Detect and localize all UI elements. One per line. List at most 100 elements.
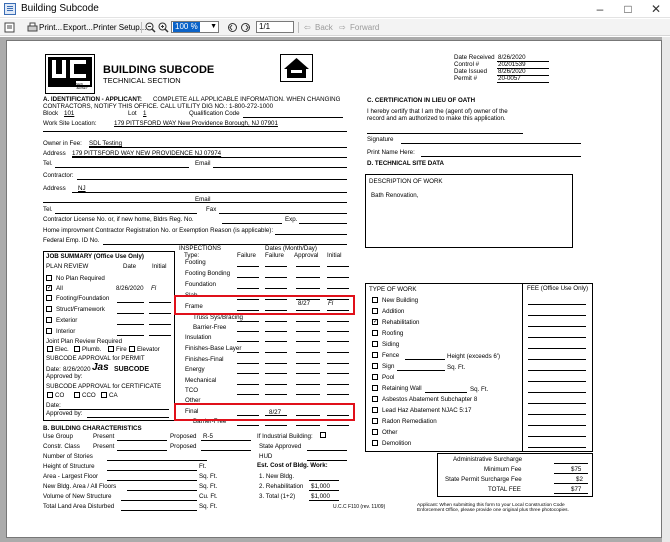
type-of-work-label: Asbestos Abatement Subchapter 8 (382, 396, 478, 403)
type-of-work-checkbox[interactable] (372, 330, 378, 336)
document-viewer[interactable]: NEW JERSEY BUILDING SUBCODE TECHNICAL SE… (0, 37, 670, 542)
inspection-field-line (296, 331, 320, 332)
underline (87, 417, 169, 418)
section-a-text: COMPLETE ALL APPLICABLE INFORMATION. WHE… (153, 96, 341, 103)
footing-checkbox[interactable] (46, 295, 52, 301)
last-page-icon[interactable] (240, 22, 251, 33)
printer-icon[interactable] (27, 22, 38, 33)
contractor-label: Contractor: (43, 172, 74, 179)
vertical-scrollbar[interactable] (662, 37, 670, 542)
height-label: Height of Structure (43, 463, 95, 470)
type-of-work-checkbox[interactable] (372, 396, 378, 402)
dates-label: Dates (Month/Day) (265, 245, 317, 252)
inspection-field-line (265, 352, 287, 353)
printer-setup-button[interactable]: Printer Setup... (93, 22, 146, 34)
cco-checkbox[interactable] (74, 392, 80, 398)
cuft-label: Cu. Ft. (199, 493, 218, 500)
total-cost: $1,000 (311, 493, 330, 500)
federal-id-label: Federal Emp. ID No. (43, 237, 100, 244)
forward-button[interactable]: Forward (350, 22, 379, 34)
underline (275, 234, 347, 235)
fence-height-label: Height (exceeds 6') (447, 353, 501, 360)
type-of-work-checkbox[interactable] (372, 385, 378, 391)
ucc-logo: NEW JERSEY (45, 54, 95, 94)
job-summary-title: JOB SUMMARY (Office Use Only) (46, 253, 144, 260)
interior-checkbox[interactable] (46, 328, 52, 334)
zoom-in-icon[interactable] (158, 22, 169, 33)
first-page-icon[interactable] (227, 22, 238, 33)
underline (55, 167, 189, 168)
work-site-value: 179 PITTSFORD WAY New Providence Borough… (114, 120, 278, 127)
print-button[interactable]: Print... (39, 22, 62, 34)
co-checkbox[interactable] (47, 392, 53, 398)
contractor-tel-label: Tel. (43, 206, 53, 213)
date-received-value: 8/26/2020 (498, 54, 526, 61)
cost-item: 1. New Bldg. (259, 473, 295, 480)
type-of-work-checkbox[interactable] (372, 352, 378, 358)
elec-checkbox[interactable] (47, 346, 53, 352)
no-plan-checkbox[interactable] (46, 275, 52, 281)
type-of-work-checkbox[interactable] (372, 297, 378, 303)
type-of-work-checkbox[interactable] (372, 318, 378, 325)
minimize-button[interactable]: – (586, 0, 614, 18)
initial-col: Initial (152, 263, 167, 270)
all-checkbox[interactable] (46, 284, 52, 291)
date-received-label: Date Received (454, 54, 495, 61)
cert-approval-label: SUBCODE APPROVAL for CERTIFICATE (46, 383, 162, 390)
ca-checkbox[interactable] (101, 392, 107, 398)
industrial-checkbox[interactable] (320, 432, 326, 438)
toolbar-separator (141, 22, 142, 33)
inspection-field-line (237, 321, 259, 322)
total-fee-label: TOTAL FEE (488, 486, 521, 493)
page-view-icon[interactable] (4, 22, 15, 33)
fee-line (528, 447, 586, 448)
close-button[interactable]: ✕ (642, 0, 670, 18)
zoom-out-icon[interactable] (145, 22, 156, 33)
work-site-label: Work Site Location: (43, 120, 97, 127)
maximize-button[interactable]: □ (614, 0, 642, 18)
cost-item: 3. Total (1+2) (259, 493, 296, 500)
use-group-label: Use Group (43, 433, 73, 440)
inspections-title: INSPECTIONS (179, 245, 221, 252)
type-of-work-checkbox[interactable] (372, 363, 378, 369)
joint-item: Plumb. (82, 346, 102, 353)
new-bldg-area-label: New Bldg. Area / All Floors (43, 483, 117, 490)
ft-label: Ft. (199, 463, 207, 470)
signature-label: Signature (367, 136, 394, 143)
fee-line (528, 436, 586, 437)
fee-line (528, 370, 586, 371)
plumb-checkbox[interactable] (74, 346, 80, 352)
state-surcharge-value: $2 (576, 476, 583, 483)
inspection-field-line (265, 288, 287, 289)
type-of-work-checkbox[interactable] (372, 429, 378, 435)
type-of-work-checkbox[interactable] (372, 440, 378, 446)
address-label: Address (43, 150, 66, 157)
inspection-row-label: Barrier-Free (193, 324, 227, 331)
export-button[interactable]: Export... (63, 22, 93, 34)
plan-review-label: PLAN REVIEW (46, 263, 89, 270)
plan-item: No Plan Required (56, 275, 105, 282)
type-of-work-checkbox[interactable] (372, 374, 378, 380)
inspection-field-line (327, 266, 349, 267)
inspection-field-line (296, 363, 320, 364)
type-of-work-checkbox[interactable] (372, 341, 378, 347)
fire-checkbox[interactable] (108, 346, 114, 352)
fee-line (528, 348, 586, 349)
inspection-field-line (296, 277, 320, 278)
struct-checkbox[interactable] (46, 306, 52, 312)
description-text[interactable]: Bath Renovation, (371, 192, 418, 199)
inspection-row-label: Foundation (185, 281, 216, 288)
joint-item: Elevator (137, 346, 160, 353)
exterior-checkbox[interactable] (46, 317, 52, 323)
exp-label: Exp. (285, 216, 298, 223)
type-of-work-checkbox[interactable] (372, 407, 378, 413)
type-of-work-checkbox[interactable] (372, 308, 378, 314)
inspection-field-line (265, 373, 287, 374)
type-of-work-checkbox[interactable] (372, 418, 378, 424)
elevator-checkbox[interactable] (129, 346, 135, 352)
back-button[interactable]: Back (315, 22, 333, 34)
zoom-select[interactable]: 100 % ▼ (171, 21, 219, 33)
permit-approval-label: SUBCODE APPROVAL for PERMIT (46, 355, 145, 362)
page-number-field[interactable]: 1/1 (256, 21, 294, 33)
inspection-row-label: Mechanical (185, 377, 217, 384)
